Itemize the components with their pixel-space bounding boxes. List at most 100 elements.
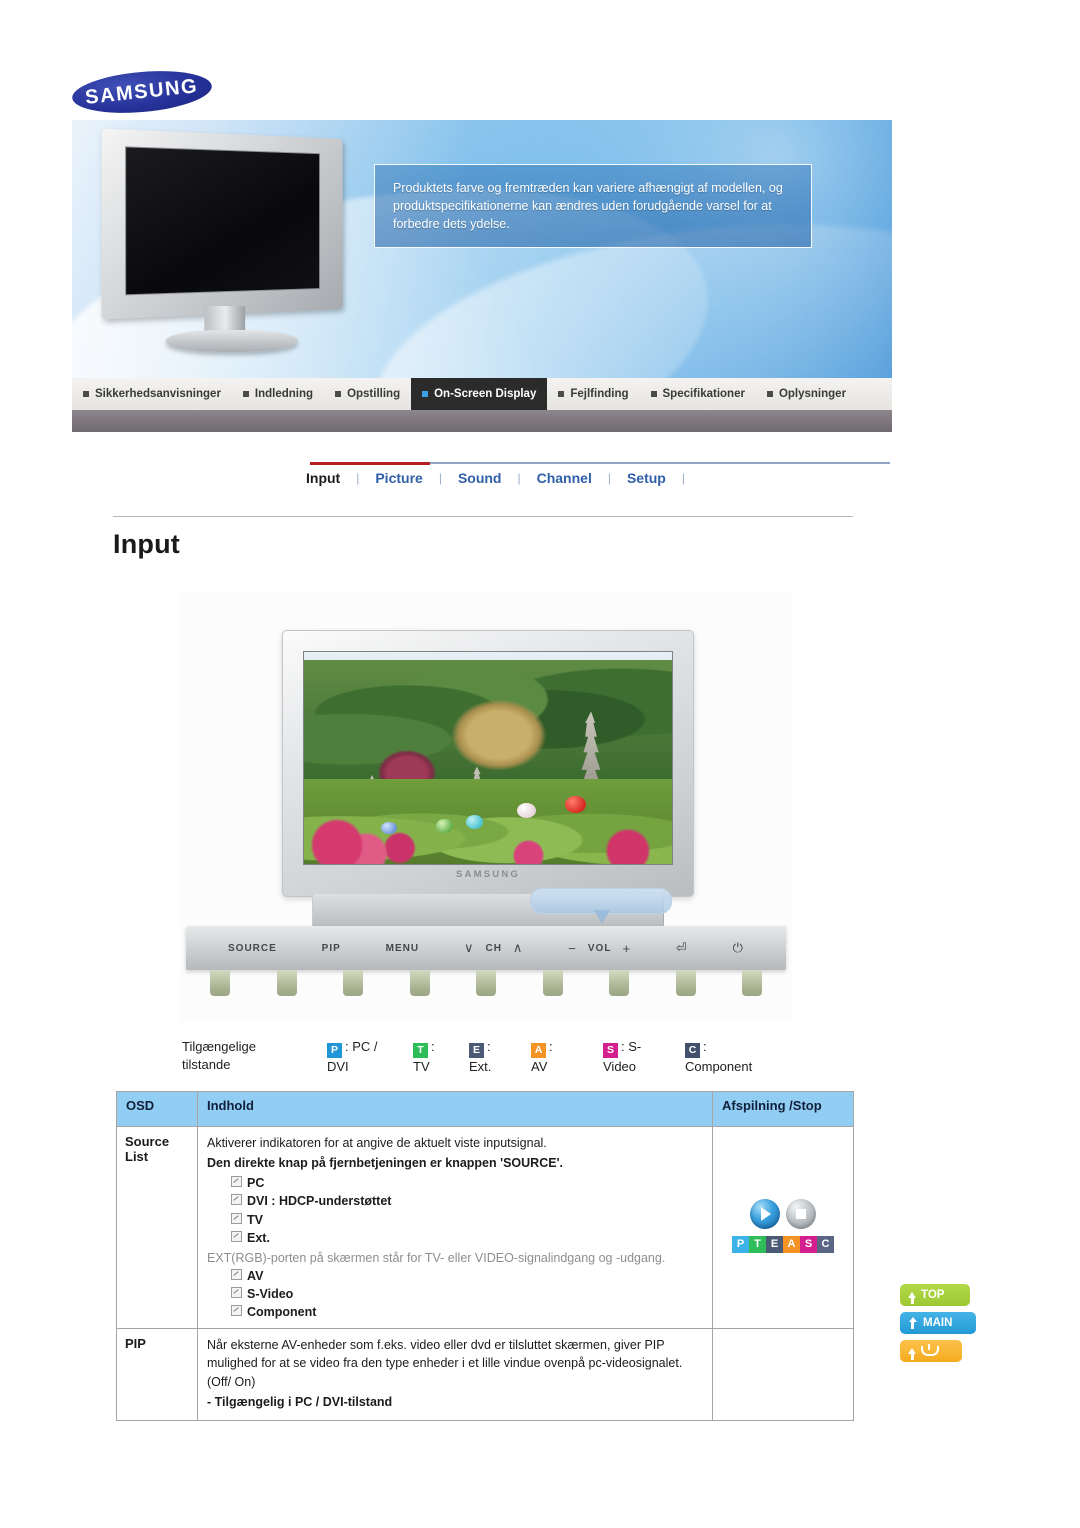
mode-s-video: S: S- Video <box>603 1039 642 1074</box>
mode-badge-c: C <box>685 1043 700 1058</box>
control-ch-label: CH <box>485 942 502 954</box>
osd-table: OSD Indhold Afspilning /Stop Source List… <box>116 1091 854 1421</box>
list-item: S-Video <box>231 1285 703 1303</box>
table-row: Source List Aktiverer indikatoren for at… <box>116 1125 854 1330</box>
samsung-logo: SAMSUNG <box>70 65 214 119</box>
header-osd: OSD <box>116 1091 198 1127</box>
minus-icon[interactable]: − <box>568 941 577 956</box>
strip-badge-s: S <box>800 1235 817 1253</box>
monitor-button-row <box>198 970 774 996</box>
mode-tv: T: TV <box>413 1039 435 1074</box>
strip-badge-e: E <box>766 1235 783 1253</box>
nav-label: On-Screen Display <box>434 388 537 400</box>
cell-osd-pip: PIP <box>116 1328 198 1421</box>
source-list-lead: Aktiverer indikatoren for at angive de a… <box>207 1136 547 1150</box>
nav-label: Indledning <box>254 388 314 400</box>
play-icon[interactable] <box>750 1198 780 1229</box>
mode-av: A: AV <box>531 1039 553 1074</box>
checkbox-bullet-icon <box>231 1268 242 1280</box>
checkbox-bullet-icon <box>231 1176 242 1188</box>
subtab-input[interactable]: Input <box>290 470 356 486</box>
list-item: TV <box>231 1211 703 1229</box>
nav-label: Oplysninger <box>778 388 847 400</box>
subtab-channel[interactable]: Channel <box>521 470 608 486</box>
power-icon[interactable]: ⏻ <box>733 940 744 956</box>
bullet-square-icon <box>558 391 565 397</box>
arrow-bend-icon <box>908 1317 918 1329</box>
nav-item-opstilling[interactable]: Opstilling <box>324 378 411 410</box>
chevron-up-icon[interactable]: ∧ <box>513 940 524 956</box>
strip-badge-a: A <box>783 1235 800 1253</box>
top-button-label: TOP <box>921 1289 945 1301</box>
strip-badge-p: P <box>732 1235 749 1253</box>
strip-badge-c: C <box>817 1235 834 1253</box>
cell-playstop-source-list: P T E A S C <box>712 1125 854 1330</box>
monitor-photo-panel: SAMSUNG SOURCE PIP MENU ∨ CH ∧ − VOL + ⏎… <box>180 592 792 1022</box>
control-source-label[interactable]: SOURCE <box>228 943 277 954</box>
nav-label: Opstilling <box>347 388 401 400</box>
page-root: SAMSUNG Produktets farve og fremtræden k… <box>0 0 1080 1528</box>
mode-pc-dvi: P: PC / DVI <box>327 1039 378 1074</box>
cell-osd-source-list: Source List <box>116 1125 198 1330</box>
nav-item-indledning[interactable]: Indledning <box>232 378 324 410</box>
nav-label: Specifikationer <box>662 388 745 400</box>
nav-item-oplysninger[interactable]: Oplysninger <box>756 378 857 410</box>
mode-badge-p: P <box>327 1043 342 1058</box>
cell-playstop-pip <box>712 1328 854 1421</box>
ext-note: EXT(RGB)-porten på skærmen står for TV- … <box>207 1250 666 1265</box>
control-menu-label[interactable]: MENU <box>386 943 419 954</box>
arrow-up-icon <box>908 1292 916 1304</box>
cell-content-source-list: Aktiverer indikatoren for at angive de a… <box>197 1125 713 1330</box>
stop-icon[interactable] <box>786 1198 816 1229</box>
table-header-row: OSD Indhold Afspilning /Stop <box>116 1091 854 1127</box>
callout-arrow-icon <box>594 910 610 924</box>
mode-badge-a: A <box>531 1043 546 1058</box>
page-title-block: Input <box>113 516 853 560</box>
table-row: PIP Når eksterne AV-enheder som f.eks. v… <box>116 1328 854 1421</box>
bookmark-button[interactable] <box>900 1340 962 1362</box>
subtab-picture[interactable]: Picture <box>359 470 438 486</box>
bullet-square-icon <box>83 391 89 397</box>
source-list-bold-note: Den direkte knap på fjernbetjeningen er … <box>207 1156 564 1171</box>
mode-ext: E: Ext. <box>469 1039 492 1074</box>
hero-banner: Produktets farve og fremtræden kan varie… <box>72 120 892 378</box>
strip-badge-t: T <box>749 1235 766 1253</box>
arrow-up-icon <box>908 1348 916 1360</box>
mode-strip: P T E A S C <box>732 1235 834 1253</box>
pip-bold-note: - Tilgængelig i PC / DVI-tilstand <box>207 1394 393 1409</box>
main-button-label: MAIN <box>923 1317 953 1329</box>
bullet-square-icon <box>766 391 773 397</box>
nav-label: Fejlfinding <box>570 388 629 400</box>
monitor-photo: SAMSUNG SOURCE PIP MENU ∨ CH ∧ − VOL + ⏎… <box>186 630 786 996</box>
pip-lead: Når eksterne AV-enheder som f.eks. video… <box>207 1338 683 1389</box>
mode-badge-e: E <box>469 1043 484 1058</box>
nav-underbar <box>72 410 892 432</box>
bullet-square-icon <box>242 391 249 397</box>
list-item: PC <box>231 1174 703 1192</box>
main-button[interactable]: MAIN <box>900 1312 976 1334</box>
top-button[interactable]: TOP <box>900 1284 970 1306</box>
page-title: Input <box>113 529 180 559</box>
list-item: Component <box>231 1303 703 1321</box>
title-divider <box>113 516 853 517</box>
list-item: Ext. <box>231 1229 703 1247</box>
list-item: AV <box>231 1267 703 1285</box>
bookmark-icon <box>921 1344 939 1356</box>
subtab-separator: | <box>681 471 685 485</box>
monitor-brand-label: SAMSUNG <box>456 869 520 880</box>
nav-item-fejlfinding[interactable]: Fejlfinding <box>547 378 639 410</box>
mode-component: C: Component <box>685 1039 753 1074</box>
nav-item-on-screen-display[interactable]: On-Screen Display <box>411 378 548 410</box>
subtab-setup[interactable]: Setup <box>611 470 682 486</box>
plus-icon[interactable]: + <box>622 941 631 956</box>
nav-item-sikkerhedsanvisninger[interactable]: Sikkerhedsanvisninger <box>72 378 232 410</box>
nav-label: Sikkerhedsanvisninger <box>95 388 221 400</box>
mode-badge-s: S <box>603 1043 618 1058</box>
main-nav: Sikkerhedsanvisninger Indledning Opstill… <box>72 378 892 410</box>
nav-item-specifikationer[interactable]: Specifikationer <box>640 378 756 410</box>
control-pip-label[interactable]: PIP <box>322 943 341 954</box>
subtab-sound[interactable]: Sound <box>442 470 518 486</box>
enter-icon[interactable]: ⏎ <box>676 940 688 956</box>
chevron-down-icon[interactable]: ∨ <box>464 940 475 956</box>
side-buttons: TOP MAIN <box>900 1284 978 1368</box>
